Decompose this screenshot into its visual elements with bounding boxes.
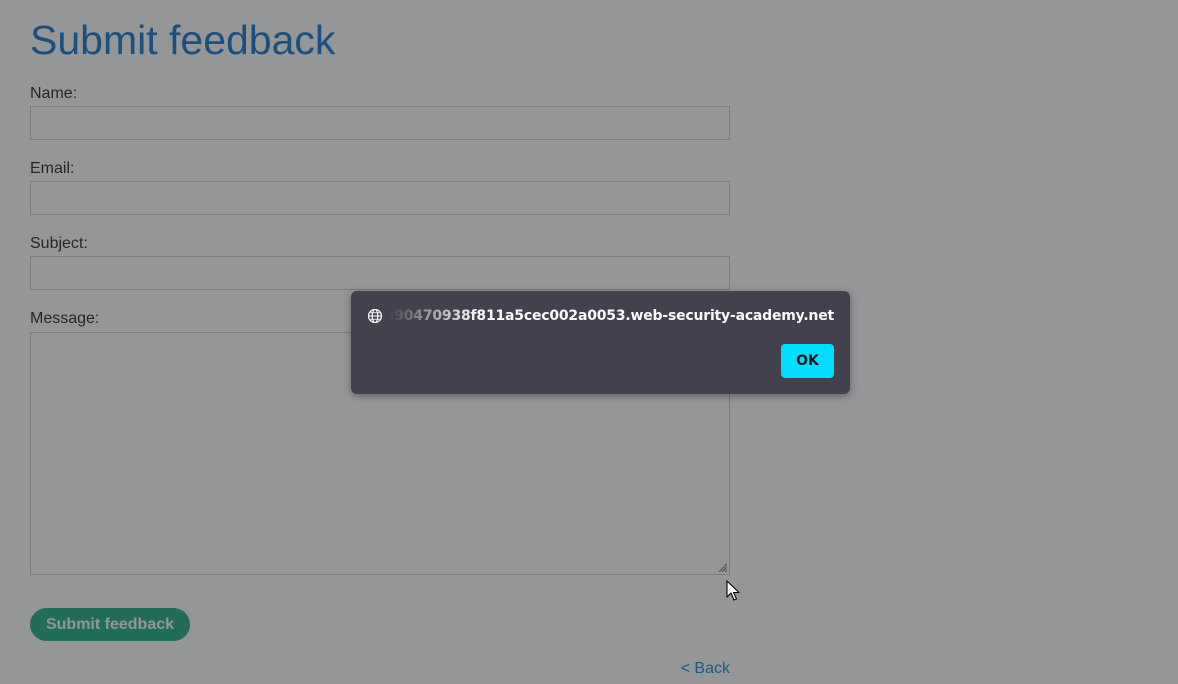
dialog-origin-row: 0a4700890470938f811a5cec002a0053.web-sec… xyxy=(367,307,834,325)
dialog-origin-text: 0a4700890470938f811a5cec002a0053.web-sec… xyxy=(389,308,834,324)
globe-icon xyxy=(367,308,383,324)
feedback-page: Submit feedback Name: Email: Subject: Me… xyxy=(0,0,1178,684)
ok-button[interactable]: OK xyxy=(781,344,834,378)
alert-dialog: 0a4700890470938f811a5cec002a0053.web-sec… xyxy=(351,291,850,394)
mouse-cursor-icon xyxy=(726,580,740,601)
dialog-origin-value: 0a4700890470938f811a5cec002a0053.web-sec… xyxy=(389,308,834,324)
